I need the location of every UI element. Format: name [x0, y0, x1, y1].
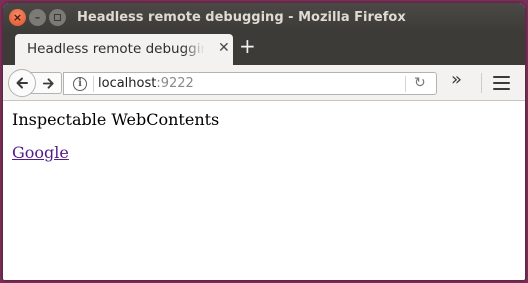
menu-icon-line: [493, 88, 510, 90]
page-heading: Inspectable WebContents: [12, 110, 220, 129]
window-minimize-button[interactable]: –: [29, 9, 46, 26]
tab-close-icon: ✕: [218, 40, 230, 56]
reload-separator: [405, 76, 406, 92]
tab-active[interactable]: Headless remote debugging ✕: [15, 34, 233, 65]
url-text[interactable]: localhost:9222: [98, 76, 194, 91]
site-info-icon[interactable]: i: [73, 77, 87, 91]
url-port: :9222: [156, 76, 194, 91]
page-content: Inspectable WebContents Google: [3, 102, 525, 280]
back-button[interactable]: [8, 69, 36, 97]
navigation-toolbar: i localhost:9222 ↻ »: [3, 65, 525, 101]
reload-button[interactable]: ↻: [414, 75, 426, 91]
plus-icon: +: [239, 34, 256, 58]
toolbar-separator: [481, 73, 482, 93]
toolbar-overflow-button[interactable]: »: [451, 71, 462, 89]
menu-icon-line: [493, 76, 510, 78]
maximize-icon: [54, 14, 61, 21]
tab-label: Headless remote debugging: [27, 41, 205, 57]
url-separator: [93, 76, 94, 92]
url-bar[interactable]: i localhost:9222 ↻: [63, 72, 437, 95]
back-forward-group: [8, 69, 63, 97]
window-maximize-button[interactable]: [49, 9, 66, 26]
link-google[interactable]: Google: [12, 143, 69, 162]
minimize-icon: –: [34, 11, 41, 24]
tab-strip: Headless remote debugging ✕ +: [3, 32, 525, 65]
chevron-double-right-icon: »: [451, 69, 463, 90]
new-tab-button[interactable]: +: [239, 36, 256, 56]
arrow-right-icon: [42, 77, 54, 89]
window-title: Headless remote debugging - Mozilla Fire…: [77, 10, 406, 25]
browser-window: × – Headless remote debugging - Mozilla …: [3, 3, 525, 280]
window-close-button[interactable]: ×: [9, 9, 26, 26]
reload-icon: ↻: [414, 75, 426, 91]
close-icon: ×: [12, 11, 23, 24]
arrow-left-icon: [16, 77, 28, 89]
url-host: localhost: [98, 76, 157, 91]
tab-close-button[interactable]: ✕: [218, 40, 230, 56]
window-titlebar[interactable]: × – Headless remote debugging - Mozilla …: [3, 3, 525, 32]
menu-icon-line: [493, 82, 510, 84]
hamburger-menu-button[interactable]: [493, 76, 510, 90]
